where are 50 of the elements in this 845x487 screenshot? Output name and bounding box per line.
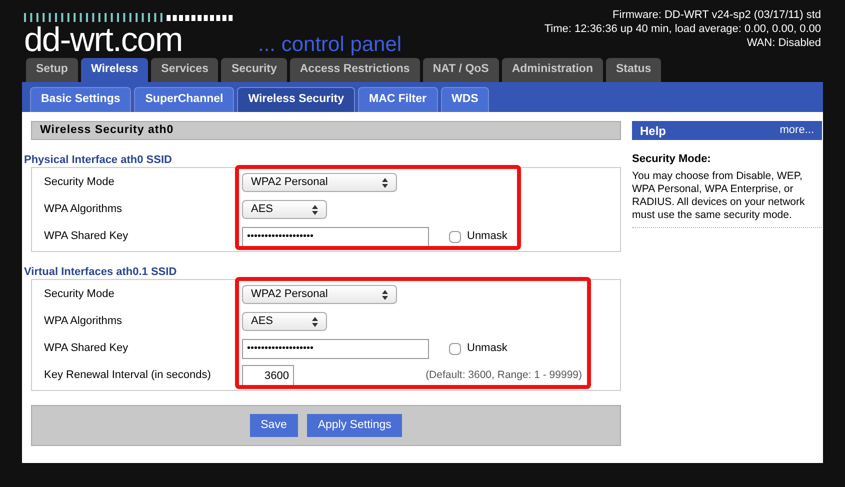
help-heading: Security Mode: bbox=[632, 152, 712, 167]
updown-icon bbox=[312, 204, 318, 214]
nav-tab[interactable]: Status bbox=[606, 58, 662, 82]
sub-tab[interactable]: MAC Filter bbox=[358, 87, 438, 112]
updown-icon bbox=[382, 178, 388, 188]
field-label: WPA Shared Key bbox=[43, 341, 130, 356]
field-label: WPA Algorithms bbox=[43, 202, 124, 218]
field-label: WPA Shared Key bbox=[43, 229, 130, 244]
field-label: Key Renewal Interval (in seconds) bbox=[43, 368, 212, 384]
nav-tab[interactable]: Administration bbox=[502, 58, 603, 82]
updown-icon bbox=[312, 316, 318, 326]
select-dropdown[interactable]: WPA2 Personal bbox=[242, 173, 397, 192]
sub-tab[interactable]: SuperChannel bbox=[134, 87, 234, 112]
select-dropdown[interactable]: AES bbox=[242, 312, 327, 331]
field-label: Security Mode bbox=[43, 287, 116, 302]
logo-text: dd-wrt.com bbox=[24, 23, 184, 57]
status-text: Firmware: DD-WRT v24-sp2 (03/17/11) std bbox=[612, 8, 821, 22]
logo-subtitle: ... control panel bbox=[258, 33, 402, 57]
group-title: Virtual Interfaces ath0.1 SSID bbox=[24, 266, 178, 279]
number-field[interactable]: 3600 bbox=[242, 365, 294, 386]
status-text: WAN: Disabled bbox=[746, 36, 821, 50]
sub-tab[interactable]: WDS bbox=[440, 87, 490, 112]
status-text: Time: 12:36:36 up 40 min, load average: 0.00, 0.00, 0.00 bbox=[544, 22, 821, 36]
more-link[interactable]: more... bbox=[780, 122, 814, 139]
hint-text: (Default: 3600, Range: 1 - 99999) bbox=[426, 368, 582, 383]
nav-tab[interactable]: Services bbox=[151, 58, 218, 82]
action-button[interactable]: Save bbox=[250, 414, 298, 437]
field-label: WPA Algorithms bbox=[43, 314, 124, 330]
group-title: Physical Interface ath0 SSID bbox=[24, 154, 173, 167]
nav-tab[interactable]: Wireless bbox=[80, 58, 148, 82]
help-text: You may choose from Disable, WEP, WPA Personal, WPA Enterprise, or RADIUS. All devices on your network must use the same security mode. bbox=[632, 170, 822, 228]
checkbox-label: Unmask bbox=[467, 341, 508, 356]
action-button[interactable]: Apply Settings bbox=[306, 414, 402, 437]
checkbox[interactable] bbox=[449, 230, 461, 242]
nav-tab[interactable]: Access Restrictions bbox=[290, 58, 420, 82]
nav-tab[interactable]: NAT / QoS bbox=[422, 58, 499, 82]
nav-tab[interactable]: Security bbox=[221, 58, 287, 82]
section-header: Wireless Security ath0 bbox=[31, 121, 621, 140]
checkbox-label: Unmask bbox=[467, 229, 508, 244]
help-title: Help bbox=[640, 122, 666, 140]
sub-tab[interactable]: Wireless Security bbox=[237, 87, 355, 112]
sub-tab[interactable]: Basic Settings bbox=[30, 87, 132, 112]
updown-icon bbox=[382, 290, 388, 300]
select-dropdown[interactable]: WPA2 Personal bbox=[242, 285, 397, 304]
password-field[interactable]: ••••••••••••••••••• bbox=[242, 226, 429, 246]
password-field[interactable]: ••••••••••••••••••• bbox=[242, 338, 429, 358]
checkbox[interactable] bbox=[449, 342, 461, 354]
select-dropdown[interactable]: AES bbox=[242, 200, 327, 219]
nav-tab[interactable]: Setup bbox=[26, 58, 78, 82]
field-label: Security Mode bbox=[43, 175, 116, 190]
